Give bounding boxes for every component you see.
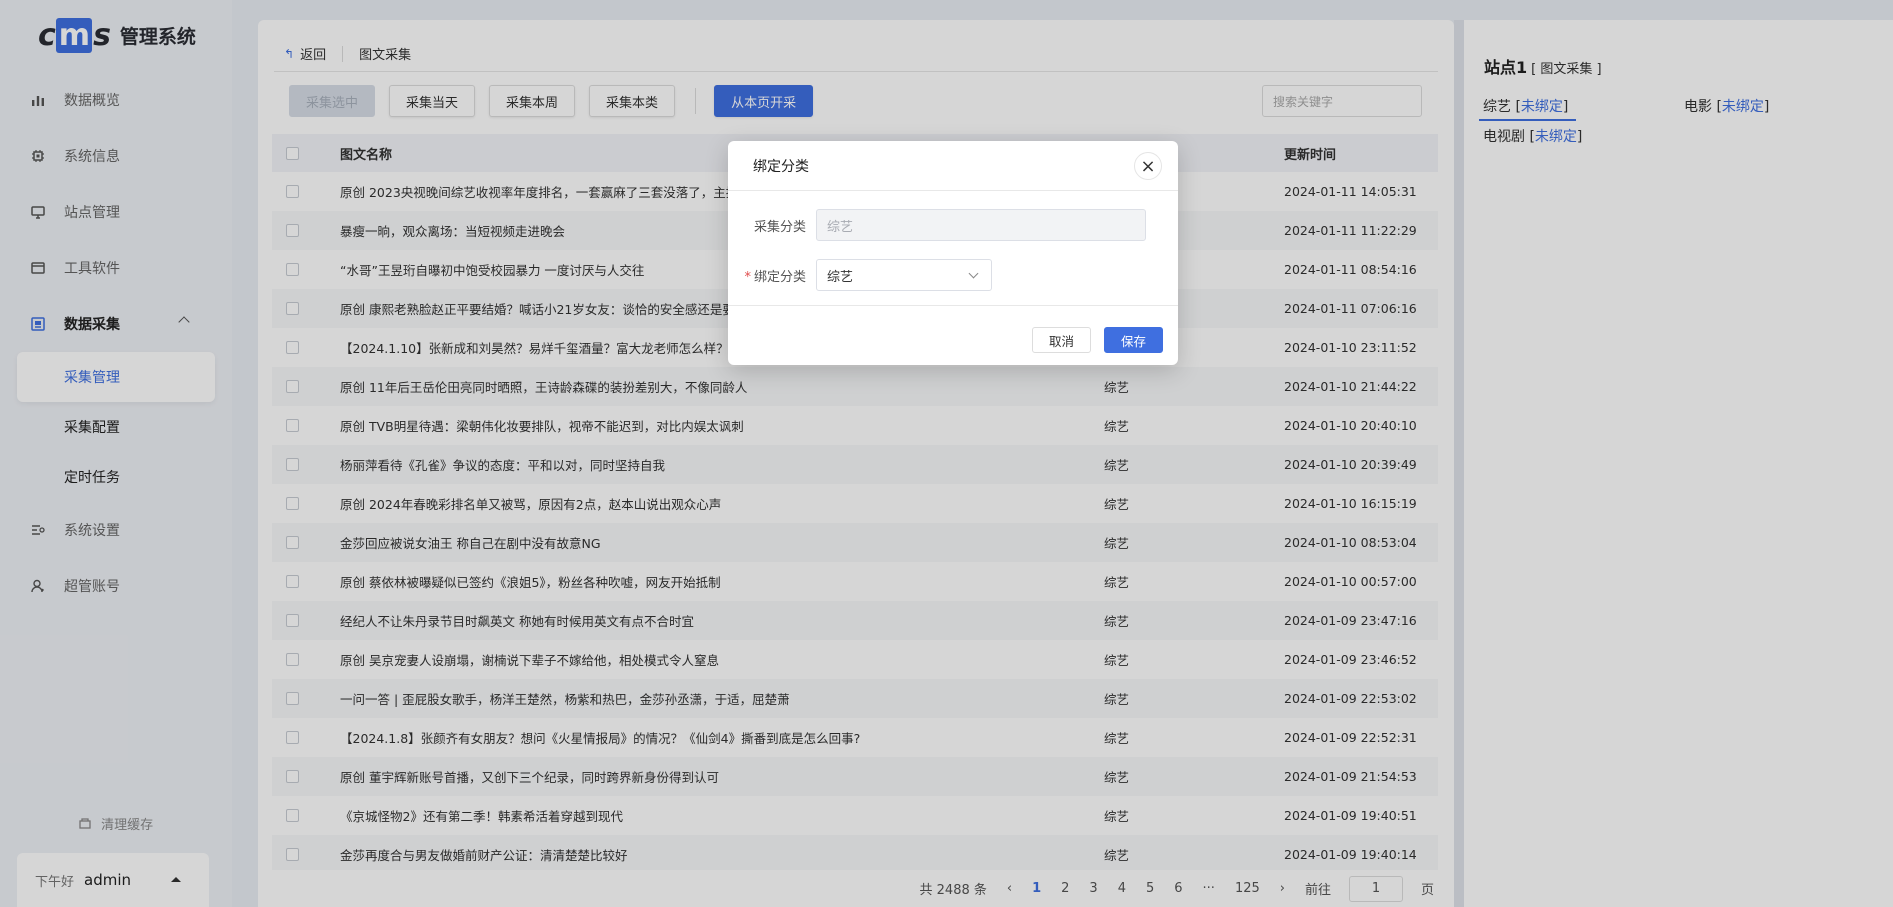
bind-category-dialog: 绑定分类 × 采集分类 综艺 * 绑定分类 综艺 取消 保存 xyxy=(728,141,1178,365)
close-icon[interactable]: × xyxy=(1134,152,1162,180)
source-category-label: 采集分类 xyxy=(753,219,806,235)
form-row-source-category: 采集分类 综艺 xyxy=(728,209,1178,241)
dialog-title: 绑定分类 xyxy=(728,141,1178,191)
bind-category-label: * 绑定分类 xyxy=(744,269,806,285)
bind-category-value: 综艺 xyxy=(827,269,854,285)
chevron-down-icon xyxy=(968,268,979,279)
form-row-bind-category: * 绑定分类 综艺 xyxy=(728,259,1178,291)
required-mark: * xyxy=(744,269,751,285)
modal-overlay[interactable] xyxy=(0,0,1893,907)
dialog-footer: 取消 保存 xyxy=(728,305,1178,365)
bind-category-select[interactable]: 综艺 xyxy=(816,259,992,291)
source-category-field: 综艺 xyxy=(816,209,1146,241)
cancel-button[interactable]: 取消 xyxy=(1032,327,1092,353)
save-button[interactable]: 保存 xyxy=(1104,327,1164,353)
